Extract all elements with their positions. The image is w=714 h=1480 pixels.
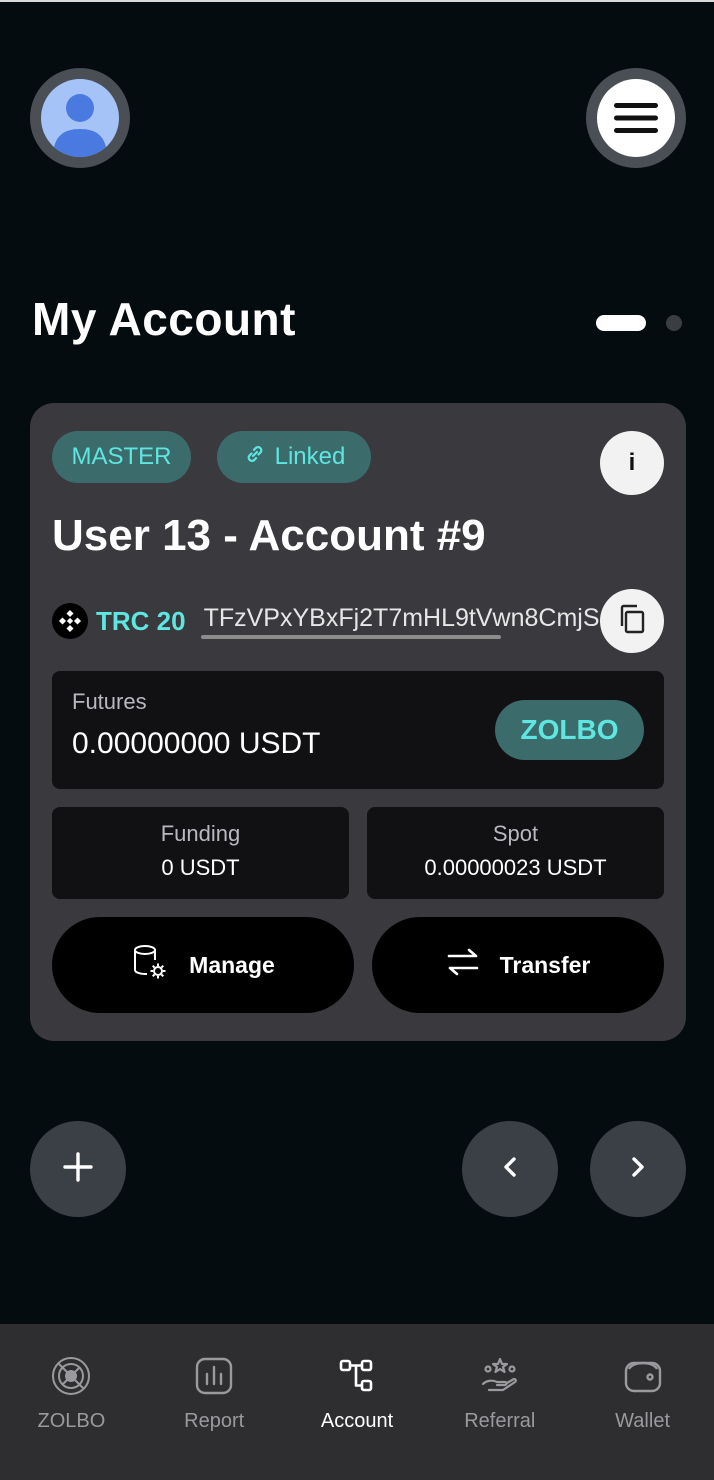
master-badge: MASTER — [52, 431, 191, 483]
next-account-button[interactable] — [590, 1121, 686, 1217]
zolbo-button[interactable]: ZOLBO — [495, 700, 644, 760]
plus-icon — [62, 1151, 94, 1188]
spot-label: Spot — [492, 821, 539, 846]
user-avatar-icon — [41, 79, 119, 157]
info-button[interactable]: i — [600, 431, 664, 495]
page-title: My Account — [32, 293, 296, 345]
spot-balance-box: Spot 0.00000023 USDT — [367, 807, 664, 899]
nav-label-wallet: Wallet — [615, 1410, 670, 1432]
nav-item-report[interactable]: Report — [143, 1324, 286, 1480]
bottom-nav: ZOLBO Report Account Referral Wallet — [0, 1324, 714, 1480]
database-settings-icon — [131, 943, 169, 987]
manage-label: Manage — [189, 951, 275, 978]
address-underline — [201, 635, 501, 639]
funding-balance-box: Funding 0 USDT — [52, 807, 349, 899]
nav-label-report: Report — [184, 1410, 245, 1432]
nav-label-zolbo: ZOLBO — [37, 1410, 106, 1432]
pager-dot-active[interactable] — [596, 315, 646, 331]
linked-badge: Linked — [217, 431, 371, 483]
transfer-label: Transfer — [499, 951, 591, 978]
nav-item-referral[interactable]: Referral — [428, 1324, 571, 1480]
chevron-right-icon — [628, 1156, 648, 1183]
nav-label-account: Account — [320, 1410, 394, 1432]
pager-dot[interactable] — [666, 315, 682, 331]
previous-account-button[interactable] — [462, 1121, 558, 1217]
info-icon: i — [628, 449, 636, 476]
network-label: TRC 20 — [96, 605, 186, 636]
account-tree-icon — [335, 1354, 379, 1398]
funding-value: 0 USDT — [161, 855, 240, 880]
transfer-button[interactable]: Transfer — [372, 917, 664, 1013]
chevron-left-icon — [500, 1156, 520, 1183]
referral-hand-icon — [478, 1354, 522, 1398]
add-account-button[interactable] — [30, 1121, 126, 1217]
futures-balance-box: Futures 0.00000000 USDT ZOLBO — [52, 671, 664, 789]
copy-address-button[interactable] — [600, 589, 664, 653]
master-badge-label: MASTER — [71, 443, 172, 470]
nav-item-wallet[interactable]: Wallet — [571, 1324, 714, 1480]
futures-label: Futures — [72, 689, 147, 714]
manage-button[interactable]: Manage — [52, 917, 354, 1013]
transfer-arrows-icon — [446, 947, 480, 983]
copy-icon — [615, 602, 649, 641]
link-icon — [243, 442, 267, 473]
spot-value: 0.00000023 USDT — [424, 855, 607, 880]
bar-chart-icon — [192, 1354, 236, 1398]
avatar-button[interactable] — [30, 68, 130, 168]
wallet-address[interactable]: TFzVPxYBxFj2T7mHL9tVwn8CmjS — [204, 604, 600, 639]
zolbo-logo-icon — [49, 1354, 93, 1398]
account-card: MASTER Linked i User 13 - Account #9 TRC… — [30, 403, 686, 1041]
linked-badge-label: Linked — [274, 443, 346, 470]
nav-item-zolbo[interactable]: ZOLBO — [0, 1324, 143, 1480]
wallet-icon — [621, 1354, 665, 1398]
nav-label-referral: Referral — [464, 1410, 536, 1432]
futures-value: 0.00000000 USDT — [72, 727, 321, 760]
account-name: User 13 - Account #9 — [52, 511, 486, 560]
menu-button[interactable] — [586, 68, 686, 168]
funding-label: Funding — [160, 821, 241, 846]
hamburger-menu-icon — [597, 79, 675, 157]
nav-item-account[interactable]: Account — [286, 1324, 429, 1480]
binance-icon — [52, 603, 88, 639]
